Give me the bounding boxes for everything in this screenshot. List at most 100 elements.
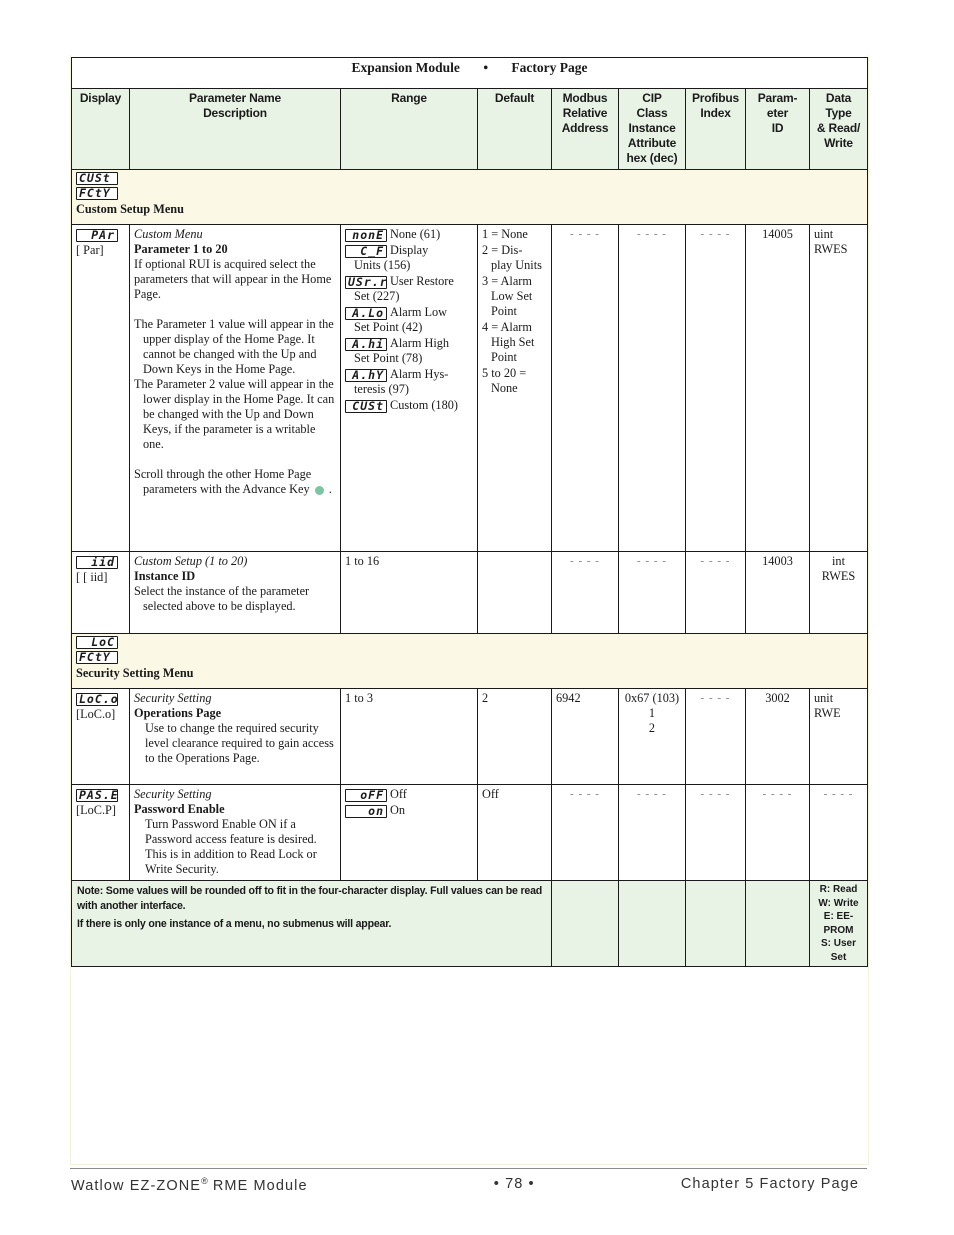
profibus-cell: - - - -: [685, 688, 746, 785]
parameter-name: Parameter 1 to 20: [134, 242, 228, 256]
notes-empty-cell: [685, 880, 746, 967]
range-option: A.hi Alarm High Set Point (78): [345, 336, 473, 366]
range-list: nonE None (61) C_F Display Units (156) USr.r U…: [345, 227, 473, 413]
menu-header-custom-setup: CUSt FCtY Custom Setup Menu: [70, 169, 869, 225]
default-option-label: 4 = Alarm: [482, 320, 532, 334]
legend-user-set-2: Set: [830, 951, 847, 963]
range-option: oFF Off: [345, 787, 473, 802]
col-range-label: Range: [391, 91, 427, 105]
range-option-label-cont: Units (156): [354, 258, 411, 272]
display-cell: PAr [ Par]: [71, 224, 130, 552]
col-param-name: Parameter Name Description: [129, 88, 341, 170]
col-default: Default: [477, 88, 552, 170]
legend-write: W: Write: [818, 897, 859, 909]
range-option: A.Lo Alarm Low Set Point (42): [345, 305, 473, 335]
col-param-id: Param- eter ID: [745, 88, 810, 170]
default-cell: 2: [477, 688, 552, 785]
seven-segment-display-icon: LoC.o: [76, 692, 118, 706]
seven-segment-display-icon: PAr: [76, 228, 118, 242]
menu-header-security-setting: LoC FCtY Security Setting Menu: [70, 633, 869, 689]
read-write: RWES: [821, 569, 856, 583]
col-datatype-l2: Type: [825, 106, 852, 120]
default-option: 4 = Alarm High Set Point: [482, 320, 547, 365]
seven-segment-display-icon: C_F: [345, 244, 387, 258]
description-paragraph: The Parameter 2 value will appear in the…: [134, 377, 335, 451]
cip-class: 0x67 (103): [624, 691, 680, 705]
legend-cell: R: Read W: Write E: EE- PROM S: User Set: [808, 880, 869, 967]
default-option: 2 = Dis-play Units: [482, 243, 547, 273]
range-option: USr.r User Restore Set (227): [345, 274, 473, 304]
range-option-label: User Restore: [390, 274, 454, 288]
menu-row-security-setting: LoC FCtY Security Setting Menu: [70, 633, 869, 689]
default-option: 1 = None: [482, 227, 547, 242]
menu-title: Custom Setup Menu: [76, 202, 184, 216]
menu-name: Custom Setup (1 to 20): [134, 554, 248, 568]
menu-name: Security Setting: [134, 787, 212, 801]
default-cell: 1 = None 2 = Dis-play Units 3 = Alarm Low S…: [477, 224, 552, 552]
table-title-row: Expansion Module • Factory Page: [70, 57, 869, 89]
note-rounding: Note: Some values will be rounded off to…: [77, 885, 543, 912]
column-header-row: Display Parameter Name Description Range…: [71, 88, 869, 170]
default-option-label-cont: Low Set Point: [491, 289, 533, 318]
seven-segment-display-icon: A.hi: [345, 337, 387, 351]
col-paramid-l3: ID: [771, 121, 784, 135]
display-cell: iid [ [ iid]: [71, 551, 130, 634]
range-option: nonE None (61): [345, 227, 473, 242]
data-type-cell: - - - -: [808, 784, 869, 881]
col-profibus-l1: Profibus: [691, 91, 740, 105]
description-paragraph: The Parameter 1 value will appear in the…: [134, 317, 334, 376]
range-option-label-cont: Set (227): [354, 289, 400, 303]
default-option-label-cont: play Units: [491, 258, 542, 272]
range-option-label-cont: teresis (97): [354, 382, 409, 396]
description-paragraph: Turn Password Enable ON if a Password ac…: [145, 817, 317, 876]
data-type-cell: int RWES: [808, 551, 869, 634]
description-paragraph: Scroll through the other Home Page param…: [134, 467, 336, 497]
range-option: CUSt Custom (180): [345, 398, 473, 413]
range-list: oFF Off on On: [345, 787, 473, 818]
description-paragraph: Select the instance of the parameter sel…: [134, 584, 310, 613]
default-option: 3 = Alarm Low Set Point: [482, 274, 547, 319]
display-code: [ [ iid]: [76, 570, 108, 584]
default-option-label-cont: High Set Point: [491, 335, 535, 364]
advance-key-icon: [314, 485, 324, 495]
description-intro: If optional RUI is acquired select the p…: [134, 257, 332, 301]
footer-product-name: Watlow EZ-ZONE: [71, 1178, 202, 1194]
col-cip-l2: Class: [636, 106, 668, 120]
default-cell: Off: [477, 784, 552, 881]
legend-read: R: Read: [819, 884, 858, 895]
col-description-label: Description: [203, 106, 267, 120]
col-paramid-l2: eter: [766, 106, 789, 120]
col-modbus-l1: Modbus: [562, 91, 608, 105]
menu-display-stack: LoC FCtY: [76, 636, 863, 664]
title-separator: •: [483, 60, 489, 75]
parameter-name: Operations Page: [134, 706, 222, 720]
col-display: Display: [71, 88, 130, 170]
table-row-par: PAr [ Par] Custom Menu Parameter 1 to 20…: [71, 224, 869, 552]
menu-name: Security Setting: [134, 691, 212, 705]
table-row-iid: iid [ [ iid] Custom Setup (1 to 20) Inst…: [71, 551, 869, 634]
table-title-right: Factory Page: [511, 60, 588, 75]
col-default-label: Default: [494, 91, 535, 105]
range-option-label: None (61): [390, 227, 441, 241]
col-cip-l3: Instance: [628, 121, 676, 135]
default-option-label: 5 to 20 =: [482, 366, 527, 380]
parameter-name: Password Enable: [134, 802, 225, 816]
menu-display-stack: CUSt FCtY: [76, 172, 863, 200]
data-type-cell: uint RWES: [808, 224, 869, 552]
col-datatype-l3: & Read/: [816, 121, 861, 135]
description-cell: Custom Menu Parameter 1 to 20 If optiona…: [129, 224, 341, 552]
seven-segment-display-icon: FCtY: [76, 187, 118, 200]
range-option-label: Custom (180): [390, 398, 458, 412]
col-display-label: Display: [79, 91, 122, 105]
cip-cell: - - - -: [618, 224, 686, 552]
data-type-cell: unit RWE: [808, 688, 869, 785]
col-modbus: Modbus Relative Address: [551, 88, 619, 170]
data-type: unit: [814, 691, 834, 705]
read-write: RWE: [814, 706, 841, 720]
param-id-cell: 3002: [745, 688, 810, 785]
profibus-cell: - - - -: [685, 784, 746, 881]
description-paragraph: Use to change the required security leve…: [145, 721, 334, 765]
parameter-name: Instance ID: [134, 569, 196, 583]
rw-legend: R: Read W: Write E: EE- PROM S: User Set: [811, 883, 866, 964]
notes-empty-cell: [618, 880, 686, 967]
